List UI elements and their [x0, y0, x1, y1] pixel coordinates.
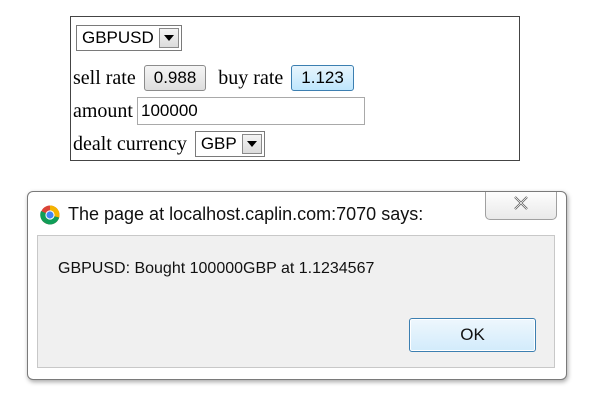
amount-label: amount	[73, 99, 133, 122]
dealt-currency-row: dealt currency GBP	[73, 131, 265, 157]
buy-rate-button[interactable]: 1.123	[291, 65, 354, 91]
sell-rate-label: sell rate	[73, 66, 136, 89]
trade-ticket-panel: GBPUSD sell rate 0.988 buy rate 1.123 am…	[70, 16, 520, 161]
chevron-down-icon[interactable]	[241, 134, 262, 154]
dealt-currency-label: dealt currency	[73, 132, 187, 155]
dialog-titlebar: The page at localhost.caplin.com:7070 sa…	[28, 192, 566, 237]
amount-input[interactable]: 100000	[137, 97, 365, 125]
dialog-body: GBPUSD: Bought 100000GBP at 1.1234567 OK	[37, 235, 555, 368]
currency-pair-value: GBPUSD	[82, 28, 154, 47]
currency-pair-row: GBPUSD	[76, 25, 182, 51]
dialog-message: GBPUSD: Bought 100000GBP at 1.1234567	[58, 260, 375, 277]
rates-row: sell rate 0.988 buy rate 1.123	[73, 65, 354, 91]
close-icon[interactable]	[513, 196, 529, 215]
dialog-title: The page at localhost.caplin.com:7070 sa…	[68, 204, 424, 224]
sell-rate-button[interactable]: 0.988	[143, 65, 207, 91]
alert-dialog: The page at localhost.caplin.com:7070 sa…	[27, 191, 567, 380]
amount-row: amount 100000	[73, 97, 365, 125]
dealt-currency-value: GBP	[200, 134, 237, 153]
currency-pair-select[interactable]: GBPUSD	[76, 25, 182, 51]
chevron-down-icon[interactable]	[158, 28, 179, 48]
ok-button[interactable]: OK	[409, 318, 536, 352]
chrome-icon	[40, 205, 60, 225]
buy-rate-label: buy rate	[218, 66, 284, 89]
close-button[interactable]	[485, 192, 557, 220]
dealt-currency-select[interactable]: GBP	[194, 131, 265, 157]
